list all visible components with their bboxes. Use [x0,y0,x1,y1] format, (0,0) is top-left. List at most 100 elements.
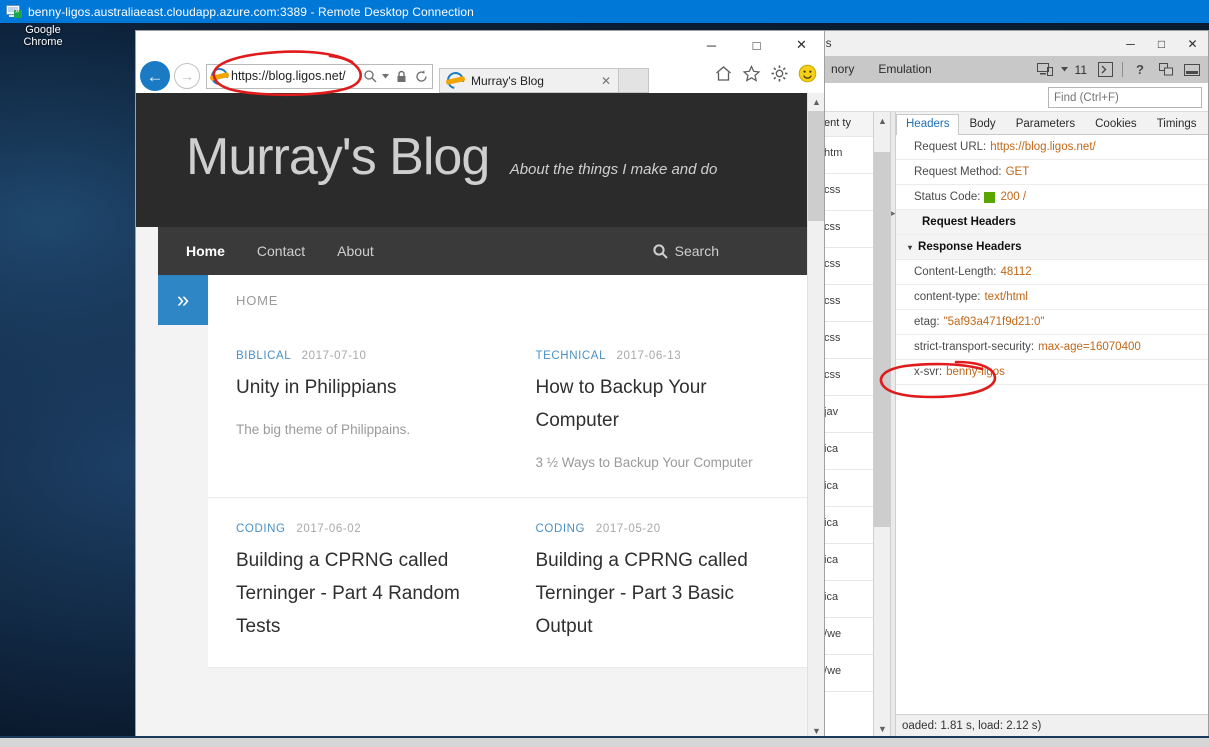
forward-arrow-icon[interactable]: → [174,63,200,89]
nav-item-about[interactable]: About [337,243,374,259]
splitter-expand-icon[interactable]: ▸ [891,208,896,219]
padlock-icon[interactable] [391,65,411,88]
nav-item-contact[interactable]: Contact [257,243,305,259]
network-list-item[interactable]: t/we [819,618,873,655]
smiley-icon[interactable] [798,64,818,84]
console-prompt-icon[interactable] [1093,58,1117,81]
scroll-down-icon[interactable]: ▼ [874,720,891,737]
address-bar[interactable] [206,63,433,89]
home-icon[interactable] [714,64,734,84]
header-row-x-svr: x-svr: benny-ligos [896,360,1208,385]
internet-explorer-logo-icon [207,64,232,88]
post-title[interactable]: Building a CPRNG called Terninger - Part… [236,544,478,643]
post-card[interactable]: CODING 2017-05-20 Building a CPRNG calle… [508,498,808,667]
browser-tab[interactable]: Murray's Blog ✕ [439,68,619,93]
search-magnifier-icon [653,243,668,259]
network-list-item[interactable]: /css [819,322,873,359]
browser-maximize-button[interactable]: □ [734,31,779,59]
gear-icon[interactable] [770,64,790,84]
header-key: Content-Length: [914,266,997,278]
browser-close-button[interactable]: ✕ [779,31,824,59]
search-magnifier-icon[interactable] [360,65,380,88]
header-key: x-svr: [914,366,943,378]
post-row: BIBLICAL 2017-07-10 Unity in Philippians… [208,325,807,498]
network-list-item[interactable]: /css [819,285,873,322]
tab-headers[interactable]: Headers [896,114,960,135]
tab-cookies[interactable]: Cookies [1085,114,1147,134]
network-list-item[interactable]: /ica [819,507,873,544]
post-card[interactable]: CODING 2017-06-02 Building a CPRNG calle… [208,498,508,667]
network-list-item[interactable]: /jav [819,396,873,433]
devtools-tab-emulation[interactable]: Emulation [866,56,943,83]
post-category[interactable]: TECHNICAL [536,350,606,362]
desktop-icon-google-chrome[interactable]: Google Chrome [6,24,80,48]
network-list-scrollbar[interactable]: ▲ ▼ [874,112,891,737]
header-row-request-url: Request URL: https://blog.ligos.net/ [896,135,1208,160]
header-key: Request Method: [914,166,1002,178]
tab-parameters[interactable]: Parameters [1006,114,1085,134]
back-arrow-icon[interactable]: ← [140,61,170,91]
windows-taskbar[interactable] [0,736,1209,747]
post-category[interactable]: CODING [236,523,286,535]
post-row: CODING 2017-06-02 Building a CPRNG calle… [208,498,807,668]
device-emulation-icon[interactable] [1034,58,1058,81]
devtools-maximize-button[interactable]: □ [1146,31,1177,56]
post-card[interactable]: BIBLICAL 2017-07-10 Unity in Philippians… [208,325,508,497]
network-request-list[interactable]: tent ty /htm /css /css /css /css /css /c… [819,112,874,737]
tab-body[interactable]: Body [959,114,1005,134]
scroll-up-icon[interactable]: ▲ [874,112,891,129]
detail-tab-bar: Headers Body Parameters Cookies Timings [896,112,1208,135]
tab-timings[interactable]: Timings [1147,114,1207,134]
triangle-down-icon[interactable]: ▾ [908,243,912,252]
section-label: Request Headers [922,216,1016,228]
chevron-down-icon[interactable] [1060,58,1069,81]
scroll-up-icon[interactable]: ▲ [808,93,824,110]
network-list-item[interactable]: /css [819,174,873,211]
network-list-item[interactable]: /htm [819,137,873,174]
double-chevron-right-icon[interactable]: » [158,275,208,325]
section-response-headers[interactable]: ▾ Response Headers [896,235,1208,260]
post-title[interactable]: Unity in Philippians [236,371,478,404]
section-request-headers[interactable]: Request Headers [896,210,1208,235]
post-title[interactable]: Building a CPRNG called Terninger - Part… [536,544,778,643]
chevron-down-icon[interactable] [380,65,391,88]
nav-item-home[interactable]: Home [186,243,225,259]
page-scrollbar[interactable]: ▲ ▼ [807,93,824,739]
close-icon[interactable]: ✕ [598,74,614,88]
post-title[interactable]: How to Backup Your Computer [536,371,778,437]
devtools-minimize-button[interactable]: ─ [1115,31,1146,56]
scrollbar-thumb[interactable] [808,111,824,221]
network-list-item[interactable]: /css [819,248,873,285]
post-category[interactable]: BIBLICAL [236,350,291,362]
network-column-header[interactable]: tent ty [819,112,873,137]
browser-minimize-button[interactable]: ─ [689,31,734,59]
devtools-splitter[interactable]: ▸ [891,112,896,737]
header-key: strict-transport-security: [914,341,1035,353]
devtools-toolbar: nory Emulation 11 ? [819,56,1208,83]
network-list-item[interactable]: t/we [819,655,873,692]
scrollbar-thumb[interactable] [874,152,891,527]
document-mode-value[interactable]: 11 [1071,63,1091,77]
dock-panel-icon[interactable] [1180,58,1204,81]
network-list-item[interactable]: /ica [819,544,873,581]
blog-tagline: About the things I make and do [509,161,718,178]
network-list-item[interactable]: /ica [819,470,873,507]
devtools-status-text: oaded: 1.81 s, load: 2.12 s) [902,720,1042,732]
star-icon[interactable] [742,64,762,84]
help-question-icon[interactable]: ? [1128,58,1152,81]
network-list-item[interactable]: /ica [819,581,873,618]
post-category[interactable]: CODING [536,523,586,535]
devtools-close-button[interactable]: ✕ [1177,31,1208,56]
refresh-icon[interactable] [411,65,431,88]
copy-windows-icon[interactable] [1154,58,1178,81]
devtools-find-input[interactable] [1048,87,1202,108]
devtools-tab-memory[interactable]: nory [819,56,866,83]
network-list-item[interactable]: /css [819,211,873,248]
network-list-item[interactable]: /ica [819,433,873,470]
network-list-item[interactable]: /css [819,359,873,396]
new-tab-button[interactable] [619,68,649,93]
url-input[interactable] [231,69,360,83]
post-card[interactable]: TECHNICAL 2017-06-13 How to Backup Your … [508,325,808,497]
blog-search-button[interactable]: Search [653,227,719,275]
header-value[interactable]: https://blog.ligos.net/ [990,141,1095,153]
